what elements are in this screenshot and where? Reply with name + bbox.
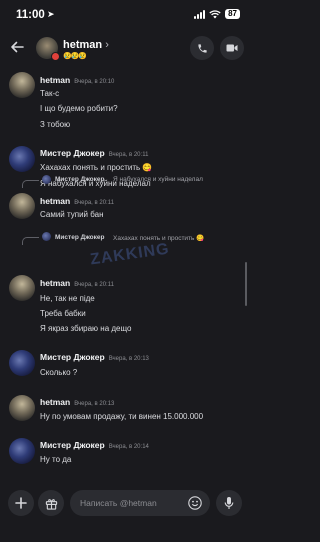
message-text: Хахахах понять и простить 😋: [40, 163, 153, 172]
plus-icon: [15, 497, 27, 509]
message-timestamp: Вчера, в 20:11: [74, 200, 114, 206]
add-button[interactable]: [8, 490, 34, 516]
message-text: Не, так не піде: [40, 294, 95, 303]
smiley-icon[interactable]: [188, 496, 202, 510]
microphone-button[interactable]: [216, 490, 242, 516]
reply-preview[interactable]: Я набухался и хуйни наделал: [113, 176, 203, 183]
back-arrow-icon[interactable]: [10, 40, 24, 58]
scrollbar[interactable]: [245, 262, 247, 306]
chat-title-name: hetman: [63, 39, 103, 51]
message-author[interactable]: Мистер Джокер Вчера, в 20:13: [40, 352, 149, 362]
message-author[interactable]: hetman Вчера, в 20:11: [40, 278, 114, 288]
call-button[interactable]: [190, 36, 214, 60]
avatar: [42, 232, 51, 241]
message-text: Треба бабки: [40, 309, 86, 318]
message-input[interactable]: [80, 490, 180, 516]
video-camera-icon: [226, 44, 238, 52]
author-name: hetman: [40, 278, 71, 288]
message-timestamp: Вчера, в 20:11: [74, 282, 114, 288]
message-timestamp: Вчера, в 20:11: [108, 152, 149, 158]
message-author[interactable]: Мистер Джокер Вчера, в 20:14: [40, 440, 149, 450]
watermark: ZAKKING: [89, 240, 171, 269]
message-timestamp: Вчера, в 20:13: [108, 356, 149, 362]
message-text: І що будемо робити?: [40, 104, 118, 113]
message-text: Я якраз збираю на дещо: [40, 324, 132, 333]
message-author[interactable]: Мистер Джокер Вчера, в 20:11: [40, 148, 148, 158]
status-indicators: 87: [194, 9, 240, 19]
reply-connector: [22, 237, 39, 245]
message-timestamp: Вчера, в 20:10: [74, 79, 115, 85]
message-author[interactable]: hetman Вчера, в 20:10: [40, 75, 114, 85]
avatar: [42, 175, 51, 184]
message-text: Самий тупий бан: [40, 210, 104, 219]
status-time: 11:00: [16, 9, 45, 21]
message-text: З тобою: [40, 120, 71, 129]
reply-author[interactable]: Мистер Джокер: [55, 234, 105, 241]
microphone-icon: [224, 497, 234, 509]
message-input-container[interactable]: [70, 490, 210, 516]
header-emoji: 😢😢😢: [63, 53, 87, 60]
message-text: Ну то да: [40, 455, 72, 464]
avatar[interactable]: [9, 395, 35, 421]
author-name: hetman: [40, 397, 71, 407]
status-badge: [51, 52, 60, 61]
avatar[interactable]: [9, 72, 35, 98]
location-arrow-icon: ➤: [47, 9, 55, 19]
author-name: hetman: [40, 196, 71, 206]
message-text: Сколько ?: [40, 368, 78, 377]
author-name: Мистер Джокер: [40, 352, 105, 362]
message-author[interactable]: hetman Вчера, в 20:11: [40, 196, 114, 206]
reply-connector: [22, 180, 39, 188]
reply-author[interactable]: Мистер Джокер: [55, 176, 105, 183]
author-name: Мистер Джокер: [40, 440, 105, 450]
signal-icon: [194, 9, 206, 19]
message-timestamp: Вчера, в 20:14: [108, 444, 149, 450]
avatar[interactable]: [9, 275, 35, 301]
message-text: Так-с: [40, 89, 60, 98]
avatar[interactable]: [9, 193, 35, 219]
wifi-icon: [209, 9, 221, 18]
chevron-right-icon: ›: [105, 39, 109, 51]
video-call-button[interactable]: [220, 36, 244, 60]
message-text: Ну по умовам продажу, ти винен 15.000.00…: [40, 412, 204, 421]
gift-icon: [45, 498, 57, 510]
avatar[interactable]: [9, 146, 35, 172]
message-author[interactable]: hetman Вчера, в 20:13: [40, 397, 114, 407]
avatar[interactable]: [9, 438, 35, 464]
chat-title[interactable]: hetman ›: [63, 39, 109, 51]
message-timestamp: Вчера, в 20:13: [74, 401, 115, 407]
battery-level: 87: [225, 9, 240, 19]
gift-button[interactable]: [38, 490, 64, 516]
phone-icon: [197, 43, 207, 53]
avatar[interactable]: [9, 350, 35, 376]
author-name: hetman: [40, 75, 71, 85]
author-name: Мистер Джокер: [40, 148, 105, 158]
